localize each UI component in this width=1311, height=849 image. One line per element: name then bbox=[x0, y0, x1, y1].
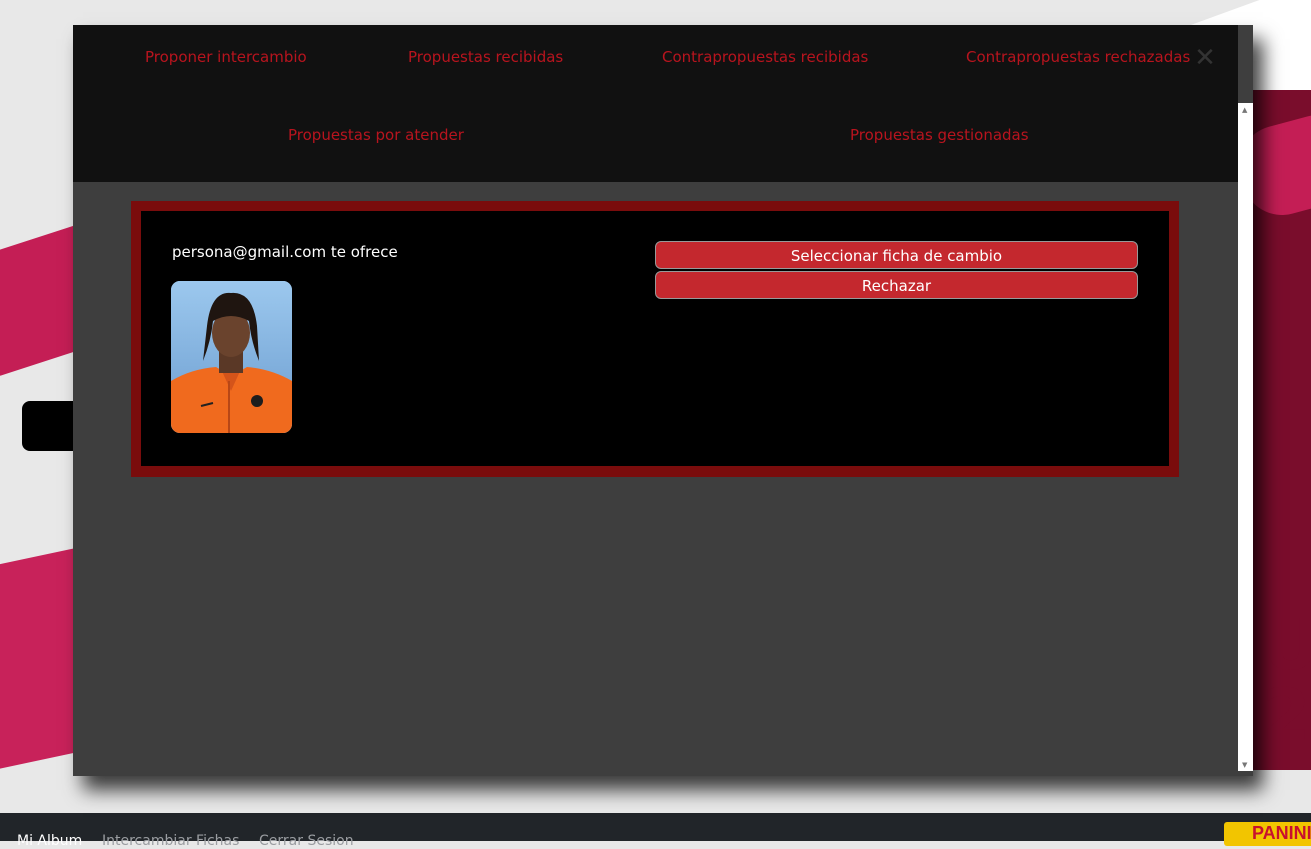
select-exchange-card-button[interactable]: Seleccionar ficha de cambio bbox=[655, 241, 1138, 269]
tab-propuestas-recibidas[interactable]: Propuestas recibidas bbox=[408, 48, 563, 66]
player-photo bbox=[171, 281, 292, 433]
proposal-card-body: persona@gmail.com te ofrece Seleccionar … bbox=[141, 211, 1169, 466]
nav-link-cerrar-sesion[interactable]: Cerrar Sesion bbox=[259, 833, 354, 849]
bottom-navbar: Mi Album Intercambiar Fichas Cerrar Sesi… bbox=[0, 813, 1311, 849]
tab-contrapropuestas-rechazadas[interactable]: Contrapropuestas rechazadas bbox=[966, 48, 1190, 66]
offer-text: persona@gmail.com te ofrece bbox=[172, 243, 398, 261]
reject-button[interactable]: Rechazar bbox=[655, 271, 1138, 299]
exchange-modal: Proponer intercambio Propuestas recibida… bbox=[73, 25, 1253, 776]
scroll-down-arrow-icon[interactable]: ▼ bbox=[1242, 761, 1247, 769]
tab-contrapropuestas-recibidas[interactable]: Contrapropuestas recibidas bbox=[662, 48, 868, 66]
tab-propuestas-por-atender[interactable]: Propuestas por atender bbox=[288, 126, 464, 144]
proposal-card: persona@gmail.com te ofrece Seleccionar … bbox=[131, 201, 1179, 477]
scroll-up-arrow-icon[interactable]: ▲ bbox=[1242, 106, 1247, 114]
background-letters: UR 2 bbox=[1262, 604, 1311, 756]
panini-logo[interactable]: PANINI bbox=[1224, 822, 1311, 846]
modal-tab-bar: Proponer intercambio Propuestas recibida… bbox=[73, 25, 1238, 182]
tab-propuestas-gestionadas[interactable]: Propuestas gestionadas bbox=[850, 126, 1029, 144]
nav-link-intercambiar[interactable]: Intercambiar Fichas bbox=[102, 833, 239, 849]
player-sticker-image bbox=[171, 281, 292, 433]
nav-link-mi-album[interactable]: Mi Album bbox=[17, 833, 82, 849]
close-icon[interactable]: ✕ bbox=[1194, 45, 1216, 71]
modal-scrollbar[interactable]: ▲ ▼ bbox=[1238, 103, 1253, 771]
tab-proponer-intercambio[interactable]: Proponer intercambio bbox=[145, 48, 307, 66]
